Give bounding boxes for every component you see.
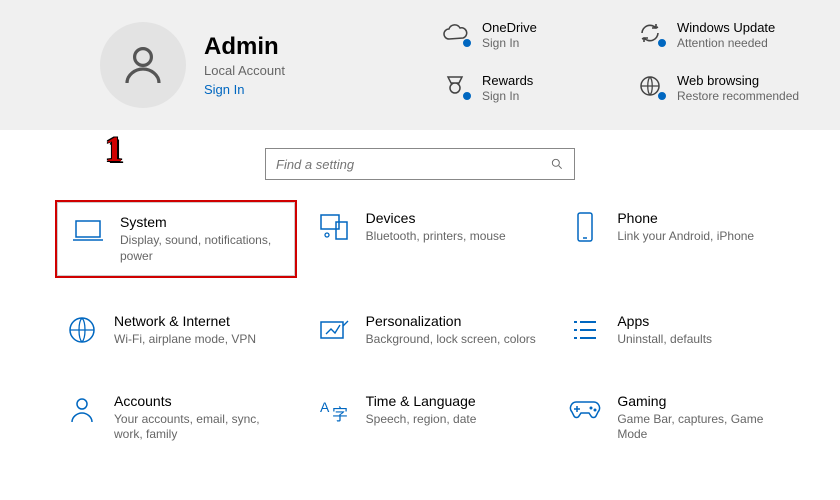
status-windows-update[interactable]: Windows Update Attention needed [635,20,810,63]
tile-sub: Uninstall, defaults [617,332,712,348]
tile-phone[interactable]: Phone Link your Android, iPhone [558,200,800,278]
tile-title: Apps [617,313,712,329]
tile-title: Phone [617,210,754,226]
tile-sub: Background, lock screen, colors [366,332,536,348]
tile-gaming[interactable]: Gaming Game Bar, captures, Game Mode [558,383,800,453]
tile-personalization[interactable]: Personalization Background, lock screen,… [307,303,549,358]
globe-icon [635,73,665,99]
tile-title: Accounts [114,393,287,409]
tile-time-language[interactable]: A字 Time & Language Speech, region, date [307,383,549,453]
gamepad-icon [568,393,602,427]
status-onedrive[interactable]: OneDrive Sign In [440,20,615,63]
status-title: Rewards [482,73,533,88]
status-sub: Sign In [482,36,537,50]
cloud-icon [440,20,470,46]
search-icon [550,157,564,171]
status-title: Web browsing [677,73,799,88]
header-banner: Admin Local Account Sign In OneDrive Sig… [0,0,840,130]
phone-icon [568,210,602,244]
svg-text:字: 字 [332,406,348,424]
tile-accounts[interactable]: Accounts Your accounts, email, sync, wor… [55,383,297,453]
tile-sub: Wi-Fi, airplane mode, VPN [114,332,256,348]
user-name: Admin [204,33,285,61]
tile-title: Time & Language [366,393,477,409]
user-block: Admin Local Account Sign In [100,15,440,115]
search-box[interactable] [265,148,575,180]
medal-icon [440,73,470,99]
user-type: Local Account [204,63,285,78]
tile-system[interactable]: System Display, sound, notifications, po… [55,200,297,278]
tile-devices[interactable]: Devices Bluetooth, printers, mouse [307,200,549,278]
tile-sub: Game Bar, captures, Game Mode [617,412,790,443]
tile-title: System [120,214,281,230]
tile-apps[interactable]: Apps Uninstall, defaults [558,303,800,358]
svg-text:A: A [320,399,330,415]
tile-sub: Bluetooth, printers, mouse [366,229,506,245]
tile-sub: Your accounts, email, sync, work, family [114,412,287,443]
tile-title: Gaming [617,393,790,409]
status-title: OneDrive [482,20,537,35]
status-title: Windows Update [677,20,775,35]
tile-sub: Display, sound, notifications, power [120,233,281,264]
tile-network[interactable]: Network & Internet Wi-Fi, airplane mode,… [55,303,297,358]
globe-icon [65,313,99,347]
tile-sub: Link your Android, iPhone [617,229,754,245]
tile-sub: Speech, region, date [366,412,477,428]
tile-title: Devices [366,210,506,226]
status-sub: Restore recommended [677,89,799,103]
person-icon [119,41,167,89]
search-input[interactable] [276,157,550,172]
tile-title: Personalization [366,313,536,329]
status-rewards[interactable]: Rewards Sign In [440,73,615,116]
status-sub: Attention needed [677,36,775,50]
status-web-browsing[interactable]: Web browsing Restore recommended [635,73,810,116]
step-marker: 1 [105,128,123,170]
status-sub: Sign In [482,89,533,103]
tile-title: Network & Internet [114,313,256,329]
search-row: 1 [0,148,840,180]
settings-tiles: System Display, sound, notifications, po… [0,185,840,453]
paint-icon [317,313,351,347]
list-icon [568,313,602,347]
laptop-icon [71,214,105,248]
avatar[interactable] [100,22,186,108]
devices-icon [317,210,351,244]
sync-icon [635,20,665,46]
person-icon [65,393,99,427]
status-grid: OneDrive Sign In Windows Update Attentio… [440,15,810,115]
language-icon: A字 [317,393,351,427]
user-signin-link[interactable]: Sign In [204,82,285,97]
